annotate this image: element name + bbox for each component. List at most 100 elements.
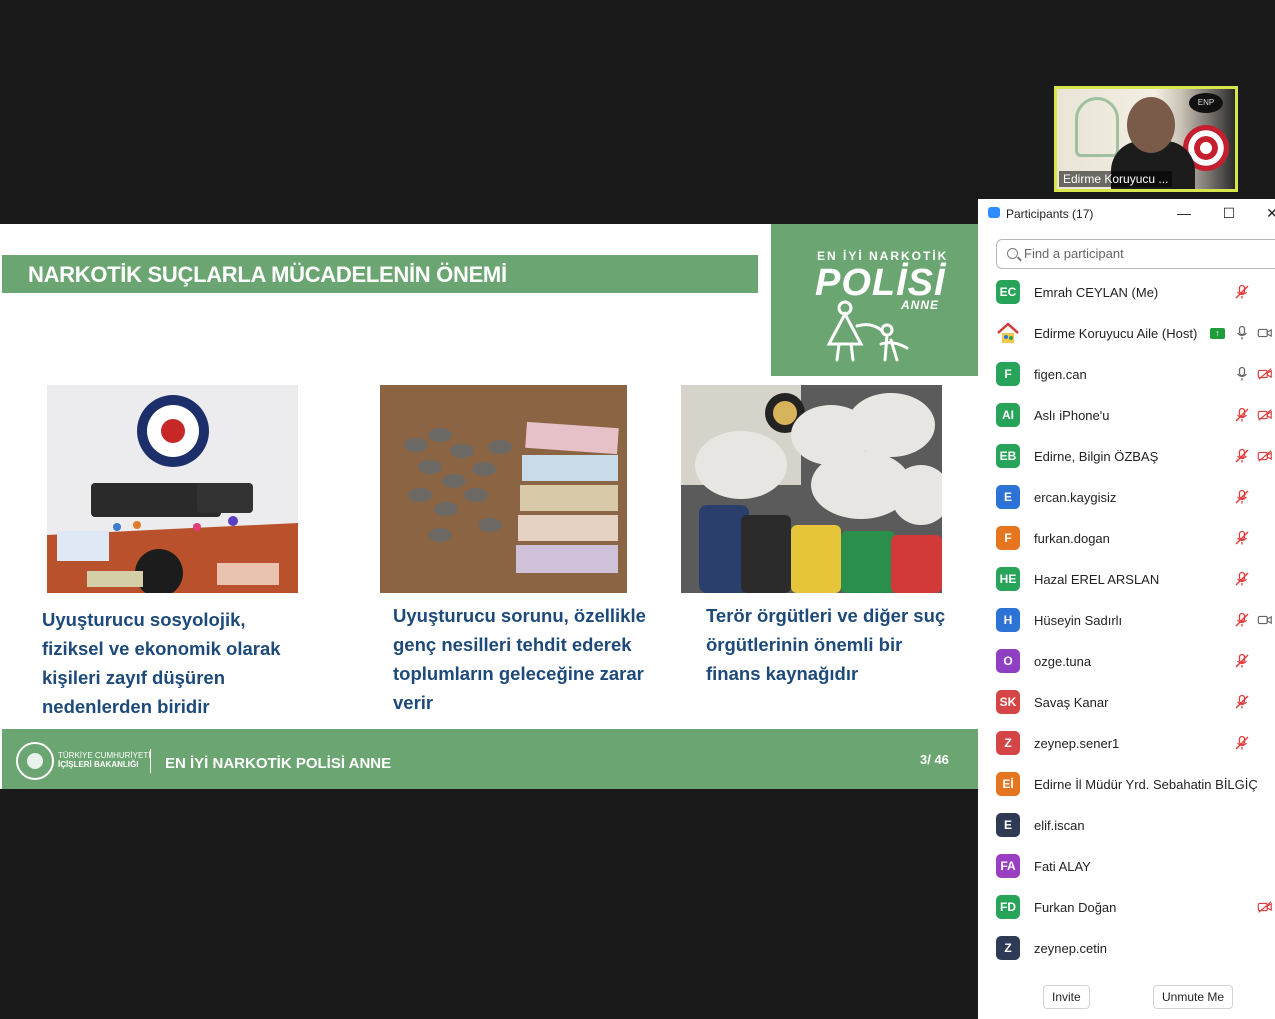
- slide-photo-drugs-and-cash: [380, 385, 627, 593]
- ministry-line-2: İÇİŞLERİ BAKANLIĞI: [58, 760, 139, 769]
- participant-row[interactable]: Edirme Koruyucu Aile (Host) ↑: [978, 313, 1275, 354]
- participant-row[interactable]: AI Aslı iPhone'u: [978, 395, 1275, 436]
- participant-row[interactable]: EB Edirne, Bilgin ÖZBAŞ: [978, 436, 1275, 477]
- ministry-seal-icon: [16, 742, 54, 780]
- mic-muted-icon[interactable]: [1234, 448, 1250, 464]
- participant-row[interactable]: Zzeynep.sener1: [978, 723, 1275, 764]
- participant-name: Edirne İl Müdür Yrd. Sebahatin BİLGİÇ: [1034, 777, 1258, 792]
- unmute-me-button[interactable]: Unmute Me: [1153, 985, 1234, 1009]
- wall-logo: [1075, 97, 1119, 157]
- brand-top-text: EN İYİ NARKOTİK: [817, 249, 949, 263]
- footer-title: EN İYİ NARKOTİK POLİSİ ANNE: [165, 755, 392, 772]
- mother-child-illustration: [826, 300, 909, 362]
- mic-muted-icon[interactable]: [1234, 653, 1250, 669]
- participant-row[interactable]: FA Fati ALAY: [978, 846, 1275, 887]
- participant-avatar: Z: [996, 731, 1020, 755]
- camera-icon[interactable]: [1257, 325, 1273, 341]
- participant-name: elif.iscan: [1034, 818, 1085, 833]
- participant-row[interactable]: SK Savaş Kanar: [978, 682, 1275, 723]
- mic-icon[interactable]: [1234, 366, 1250, 382]
- participant-row[interactable]: Eelif.iscan: [978, 805, 1275, 846]
- minimize-icon[interactable]: —: [1176, 205, 1192, 221]
- ministry-name: TÜRKİYE CUMHURİYETİ İÇİŞLERİ BAKANLIĞI: [58, 751, 150, 769]
- participant-name: ercan.kaygisiz: [1034, 490, 1117, 505]
- participant-avatar: EC: [996, 280, 1020, 304]
- slide-photo-seized-sacks: [681, 385, 942, 593]
- mic-muted-icon[interactable]: [1234, 571, 1250, 587]
- wall-badge: ENP: [1189, 93, 1223, 113]
- mic-muted-icon[interactable]: [1234, 735, 1250, 751]
- participant-row[interactable]: H Hüseyin Sadırlı: [978, 600, 1275, 641]
- participant-row[interactable]: Oozge.tuna: [978, 641, 1275, 682]
- participant-name: Furkan Doğan: [1034, 900, 1117, 915]
- slide-title: NARKOTİK SUÇLARLA MÜCADELENİN ÖNEMİ: [28, 262, 507, 287]
- participant-avatar: F: [996, 362, 1020, 386]
- participant-row[interactable]: Eİ Edirne İl Müdür Yrd. Sebahatin BİLGİÇ: [978, 764, 1275, 805]
- brand-logo-box: EN İYİ NARKOTİK POLİSİ ANNE: [771, 224, 978, 376]
- slide-caption-2: Uyuşturucu sorunu, özellikle genç nesill…: [393, 605, 646, 713]
- invite-button[interactable]: Invite: [1043, 985, 1090, 1009]
- participant-avatar: Z: [996, 936, 1020, 960]
- active-speaker-video[interactable]: ENP Edirme Koruyucu ...: [1054, 86, 1238, 192]
- participant-avatar: FA: [996, 854, 1020, 878]
- participant-row[interactable]: Ffurkan.dogan: [978, 518, 1275, 559]
- camera-off-icon[interactable]: [1257, 899, 1273, 915]
- camera-icon[interactable]: [1257, 612, 1273, 628]
- slide-footer: TÜRKİYE CUMHURİYETİ İÇİŞLERİ BAKANLIĞI E…: [2, 729, 978, 789]
- participant-row[interactable]: Ffigen.can: [978, 354, 1275, 395]
- participant-name: Emrah CEYLAN (Me): [1034, 285, 1159, 300]
- slide-page-number: 3/ 46: [920, 752, 949, 767]
- participant-avatar: E: [996, 485, 1020, 509]
- mic-muted-icon[interactable]: [1234, 407, 1250, 423]
- participant-row[interactable]: FD Furkan Doğan: [978, 887, 1275, 928]
- participant-avatar: F: [996, 526, 1020, 550]
- participant-avatar: FD: [996, 895, 1020, 919]
- search-icon: [1007, 248, 1018, 259]
- slide-caption-1: Uyuşturucu sosyolojik, fiziksel ve ekono…: [42, 609, 281, 717]
- shared-slide: NARKOTİK SUÇLARLA MÜCADELENİN ÖNEMİ EN İ…: [0, 224, 978, 789]
- participant-name: Hüseyin Sadırlı: [1034, 613, 1123, 628]
- participant-name: zeynep.cetin: [1034, 941, 1107, 956]
- slide-caption-3: Terör örgütleri ve diğer suç örgütlerini…: [706, 605, 946, 684]
- participant-name: Fati ALAY: [1034, 859, 1091, 874]
- participant-row[interactable]: Zzeynep.cetin: [978, 928, 1275, 969]
- slide-title-bar: NARKOTİK SUÇLARLA MÜCADELENİN ÖNEMİ: [2, 255, 758, 293]
- footer-divider: [150, 749, 151, 773]
- mic-muted-icon[interactable]: [1234, 612, 1250, 628]
- participant-row[interactable]: HE Hazal EREL ARSLAN: [978, 559, 1275, 600]
- camera-off-icon[interactable]: [1257, 448, 1273, 464]
- video-participant-label: Edirme Koruyucu ...: [1059, 171, 1173, 187]
- close-icon[interactable]: ✕: [1264, 205, 1275, 221]
- participant-avatar: EB: [996, 444, 1020, 468]
- participant-name: zeynep.sener1: [1034, 736, 1120, 751]
- screen-share-icon: ↑: [1210, 328, 1225, 339]
- participants-panel: Participants (17) — ☐ ✕ EC Emrah CEYLAN (…: [978, 199, 1275, 1019]
- participant-name: ozge.tuna: [1034, 654, 1092, 669]
- participant-avatar: HE: [996, 567, 1020, 591]
- slide-photo-seized-equipment: [47, 385, 298, 593]
- mic-muted-icon[interactable]: [1234, 530, 1250, 546]
- search-input[interactable]: [1024, 246, 1274, 261]
- participant-avatar: AI: [996, 403, 1020, 427]
- participant-row[interactable]: Eercan.kaygisiz: [978, 477, 1275, 518]
- mic-icon[interactable]: [1234, 325, 1250, 341]
- ministry-line-1: TÜRKİYE CUMHURİYETİ: [58, 751, 151, 760]
- panel-title: Participants (17): [1006, 207, 1094, 221]
- host-house-avatar-icon: [997, 322, 1019, 343]
- camera-off-icon[interactable]: [1257, 407, 1273, 423]
- participant-avatar: E: [996, 813, 1020, 837]
- participant-name: Hazal EREL ARSLAN: [1034, 572, 1160, 587]
- participant-name: Aslı iPhone'u: [1034, 408, 1110, 423]
- participant-list: EC Emrah CEYLAN (Me) Edirme Koruyucu Aile …: [978, 272, 1275, 969]
- mic-muted-icon[interactable]: [1234, 694, 1250, 710]
- camera-off-icon[interactable]: [1257, 366, 1273, 382]
- mic-muted-icon[interactable]: [1234, 489, 1250, 505]
- participant-avatar: SK: [996, 690, 1020, 714]
- panel-footer: Invite Unmute Me: [978, 982, 1275, 1012]
- participant-row[interactable]: EC Emrah CEYLAN (Me): [978, 272, 1275, 313]
- participant-name: Edirne, Bilgin ÖZBAŞ: [1034, 449, 1159, 464]
- mic-muted-icon[interactable]: [1234, 284, 1250, 300]
- maximize-icon[interactable]: ☐: [1221, 205, 1237, 221]
- participant-avatar: Eİ: [996, 772, 1020, 796]
- participant-search[interactable]: [996, 239, 1275, 269]
